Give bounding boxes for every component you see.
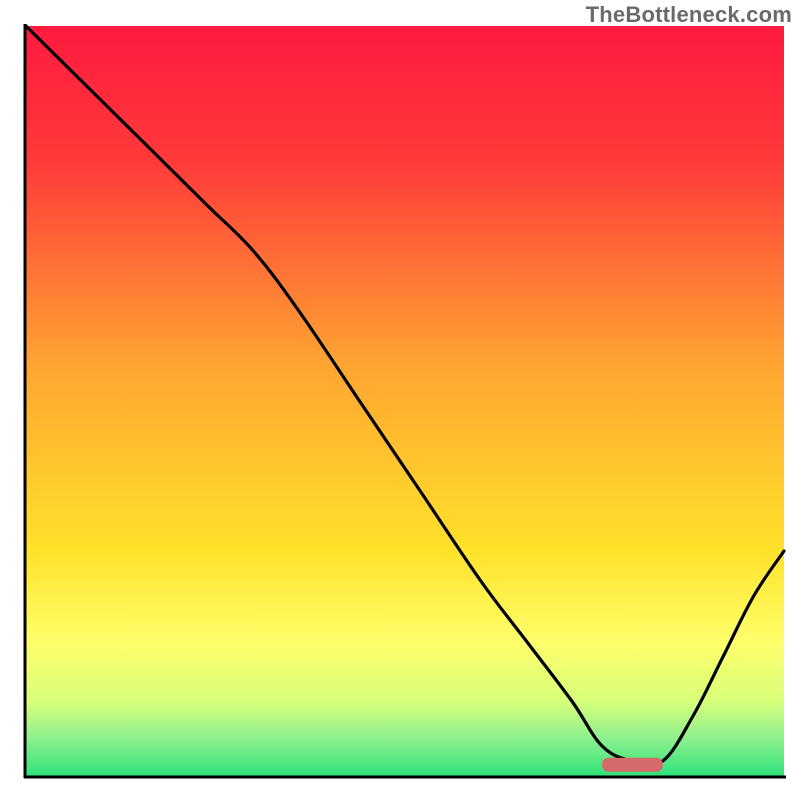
plot-area bbox=[24, 24, 786, 778]
watermark-text: TheBottleneck.com bbox=[586, 2, 792, 28]
optimum-marker bbox=[602, 758, 663, 772]
chart-svg bbox=[0, 0, 800, 800]
chart-container: TheBottleneck.com bbox=[0, 0, 800, 800]
